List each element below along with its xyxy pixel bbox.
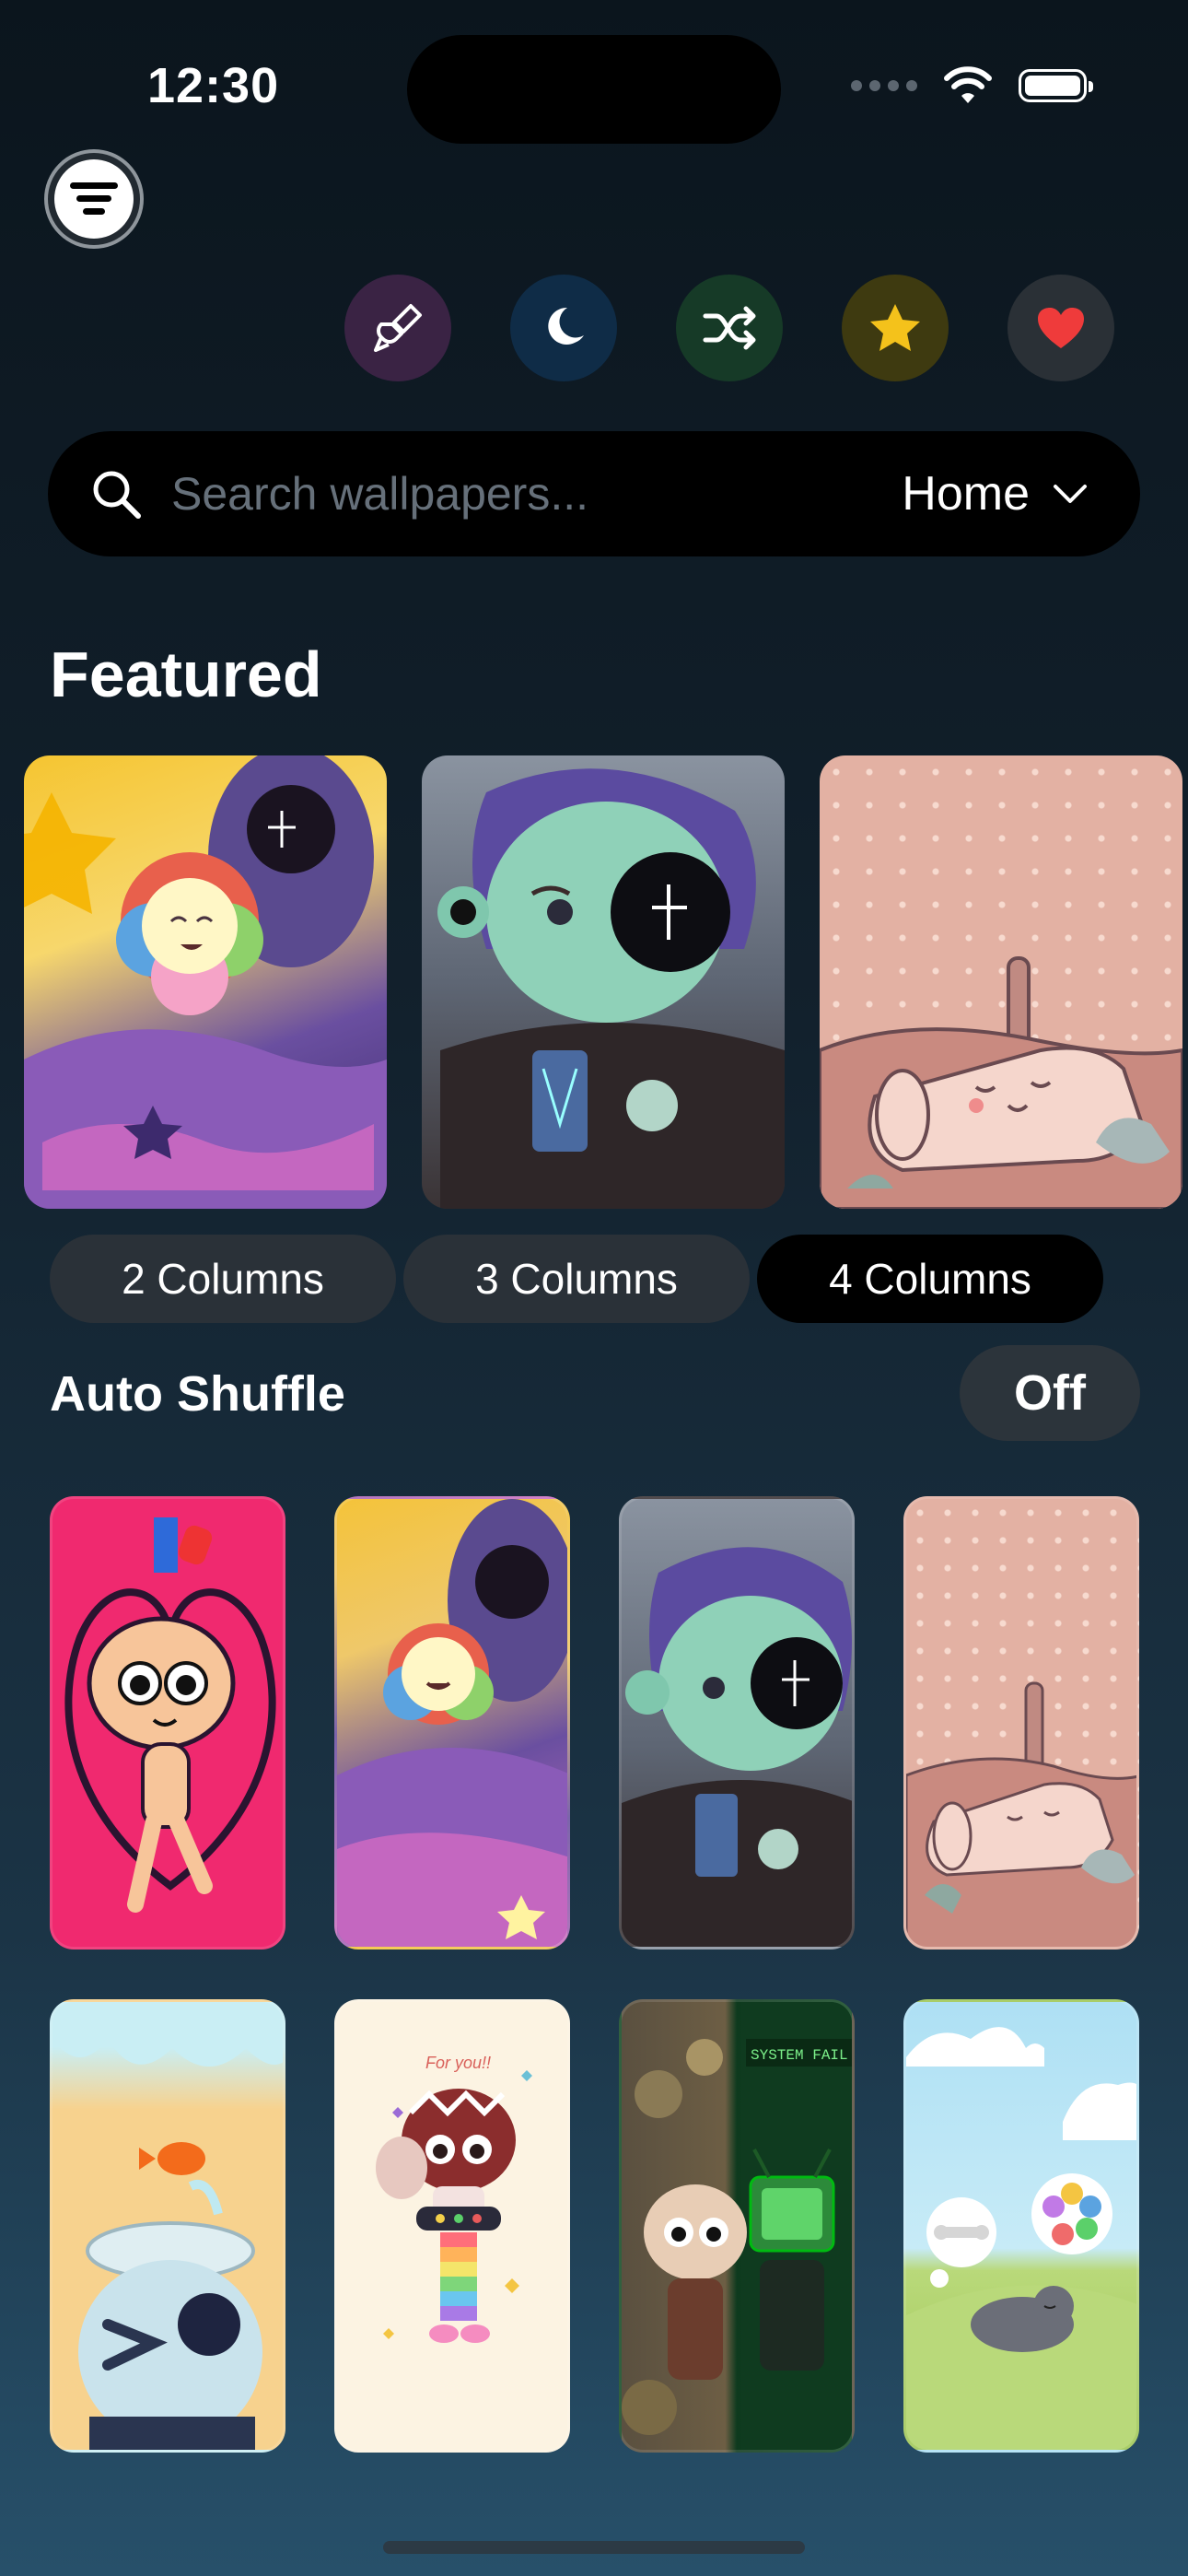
chevron-down-icon bbox=[1054, 485, 1087, 503]
status-time: 12:30 bbox=[147, 58, 280, 113]
favorites-star-button[interactable] bbox=[842, 275, 949, 381]
wallpaper-dreaming-pet[interactable] bbox=[903, 1999, 1139, 2453]
shuffle-icon bbox=[703, 306, 756, 350]
menu-lines-icon bbox=[70, 182, 118, 215]
paintbrush-button[interactable] bbox=[344, 275, 451, 381]
featured-wallpaper-3[interactable] bbox=[820, 755, 1182, 1209]
star-icon bbox=[870, 304, 920, 351]
search-bar[interactable]: Search wallpapers... Home bbox=[48, 431, 1140, 556]
wallpaper-heart-character[interactable] bbox=[50, 1496, 285, 1950]
column-selector: 2 Columns 3 Columns 4 Columns bbox=[50, 1235, 1103, 1323]
wallpaper-sleeping-toast[interactable] bbox=[903, 1496, 1139, 1950]
search-icon bbox=[93, 471, 141, 519]
menu-button[interactable] bbox=[44, 149, 144, 249]
cellular-signal-icon bbox=[851, 80, 917, 91]
wallpaper-for-you[interactable]: For you!! bbox=[334, 1999, 570, 2453]
moon-icon bbox=[548, 307, 584, 345]
featured-carousel[interactable] bbox=[24, 755, 1182, 1209]
wallpaper-green-character[interactable] bbox=[619, 1496, 855, 1950]
three-columns-button[interactable]: 3 Columns bbox=[403, 1235, 750, 1323]
wallpaper-system-fail[interactable]: SYSTEM FAIL bbox=[619, 1999, 855, 2453]
four-columns-button[interactable]: 4 Columns bbox=[757, 1235, 1103, 1323]
status-icons bbox=[851, 66, 1093, 105]
auto-shuffle-toggle[interactable]: Off bbox=[960, 1345, 1140, 1441]
battery-icon bbox=[1019, 69, 1093, 102]
dynamic-island bbox=[407, 35, 781, 144]
auto-shuffle-label: Auto Shuffle bbox=[50, 1366, 345, 1422]
heart-icon bbox=[1038, 308, 1084, 348]
category-select-value: Home bbox=[902, 467, 1030, 521]
two-columns-button[interactable]: 2 Columns bbox=[50, 1235, 396, 1323]
featured-wallpaper-2[interactable] bbox=[422, 755, 785, 1209]
featured-wallpaper-1[interactable] bbox=[24, 755, 387, 1209]
featured-title: Featured bbox=[50, 638, 322, 710]
wallpaper-grid: For you!! SYSTEM FAIL bbox=[50, 1496, 1139, 2453]
wallpaper-hooded-flower[interactable] bbox=[334, 1496, 570, 1950]
for-you-text: For you!! bbox=[425, 2054, 491, 2072]
wifi-icon bbox=[944, 66, 992, 103]
wallpaper-fishbowl[interactable] bbox=[50, 1999, 285, 2453]
liked-heart-button[interactable] bbox=[1007, 275, 1114, 381]
shuffle-button[interactable] bbox=[676, 275, 783, 381]
dark-mode-button[interactable] bbox=[510, 275, 617, 381]
quick-actions bbox=[344, 275, 1114, 381]
home-indicator[interactable] bbox=[383, 2541, 805, 2554]
paintbrush-icon bbox=[374, 304, 422, 352]
system-fail-text: SYSTEM FAIL bbox=[751, 2047, 848, 2064]
category-select[interactable]: Home bbox=[902, 466, 1089, 521]
search-input[interactable]: Search wallpapers... bbox=[171, 467, 902, 521]
